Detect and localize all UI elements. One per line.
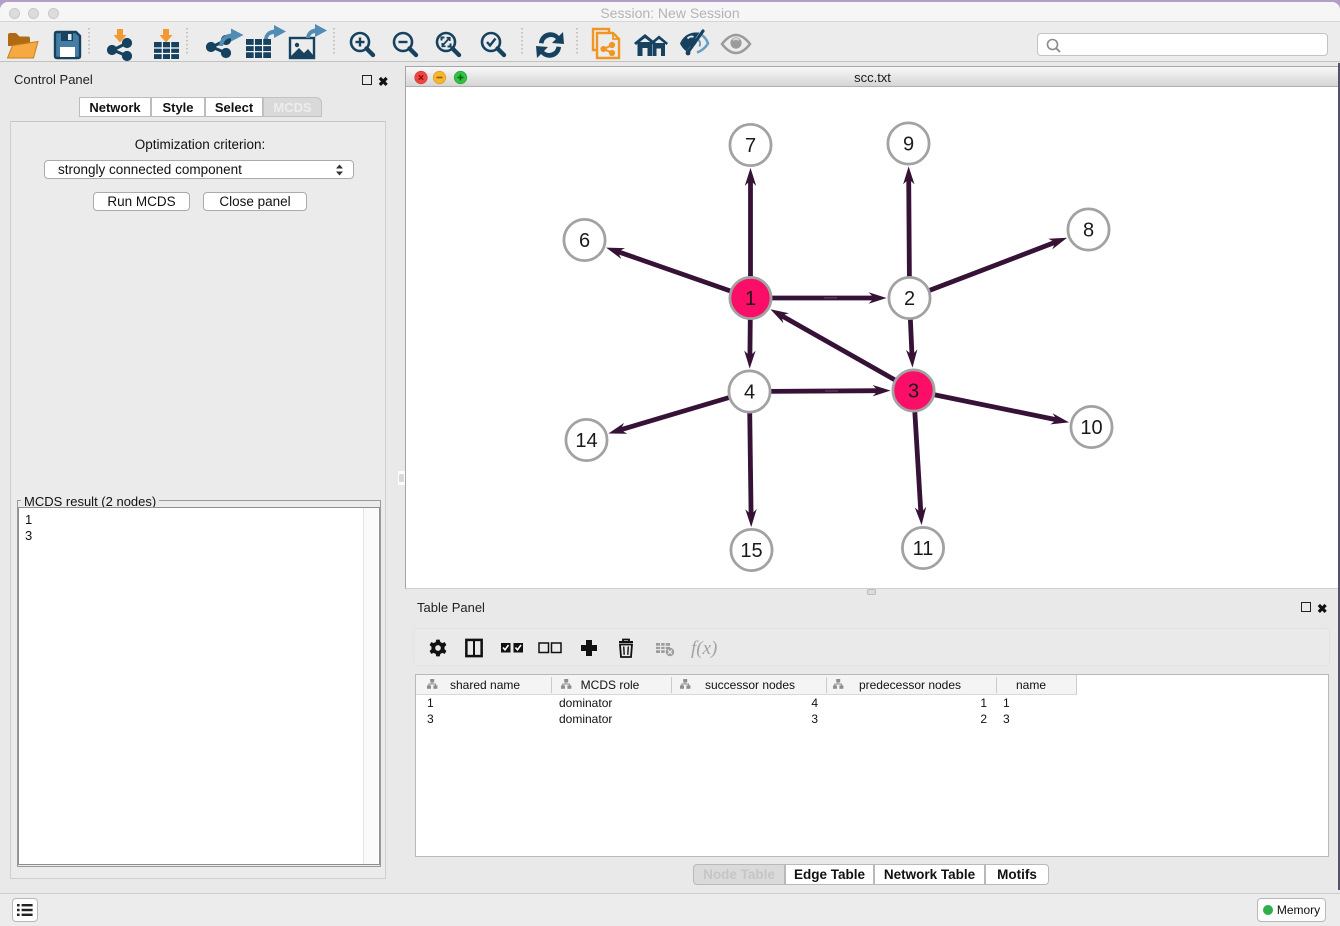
svg-text:1: 1 xyxy=(745,288,756,310)
svg-text:11: 11 xyxy=(913,538,934,560)
svg-text:3: 3 xyxy=(908,381,919,403)
svg-text:2: 2 xyxy=(904,288,915,310)
svg-text:8: 8 xyxy=(1083,220,1094,242)
svg-text:9: 9 xyxy=(903,134,914,156)
svg-text:14: 14 xyxy=(575,430,597,452)
svg-text:15: 15 xyxy=(740,540,762,562)
svg-text:4: 4 xyxy=(744,382,755,404)
svg-text:f(x): f(x) xyxy=(691,638,717,659)
svg-text:7: 7 xyxy=(745,135,756,157)
svg-text:10: 10 xyxy=(1080,417,1102,439)
svg-text:6: 6 xyxy=(579,230,590,252)
